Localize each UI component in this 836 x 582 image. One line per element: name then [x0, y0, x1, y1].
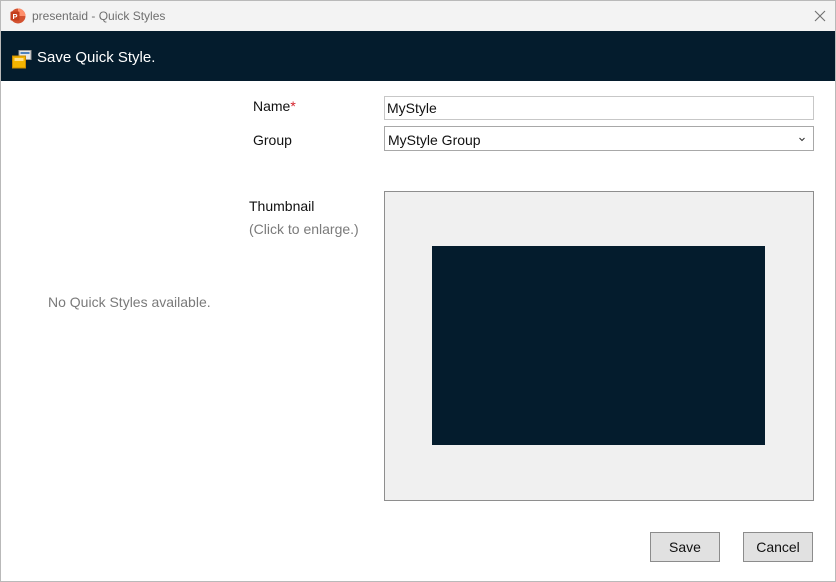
quick-style-save-icon [12, 50, 32, 70]
title-bar: P presentaid - Quick Styles [1, 1, 835, 31]
name-label-text: Name [253, 98, 291, 114]
required-marker: * [290, 98, 296, 114]
header-title: Save Quick Style. [37, 49, 156, 66]
powerpoint-icon: P [10, 8, 26, 24]
name-label: Name* [253, 98, 296, 114]
svg-text:P: P [12, 12, 17, 21]
cancel-button[interactable]: Cancel [743, 532, 813, 562]
empty-quick-styles-message: No Quick Styles available. [48, 294, 211, 310]
thumbnail-label: Thumbnail [249, 198, 315, 214]
thumbnail-slide [432, 246, 765, 445]
chevron-down-icon [797, 132, 807, 144]
group-label: Group [253, 132, 292, 148]
dialog-header: Save Quick Style. [1, 31, 835, 81]
name-input[interactable] [384, 96, 814, 120]
window-title: presentaid - Quick Styles [32, 9, 166, 23]
close-icon [814, 10, 826, 22]
save-button[interactable]: Save [650, 532, 720, 562]
quick-styles-dialog: P presentaid - Quick Styles Save Quick S… [0, 0, 836, 582]
group-select-value: MyStyle Group [388, 132, 481, 148]
thumbnail-hint: (Click to enlarge.) [249, 221, 359, 237]
group-select[interactable]: MyStyle Group [384, 126, 814, 151]
thumbnail-preview[interactable] [384, 191, 814, 501]
close-button[interactable] [805, 1, 835, 31]
